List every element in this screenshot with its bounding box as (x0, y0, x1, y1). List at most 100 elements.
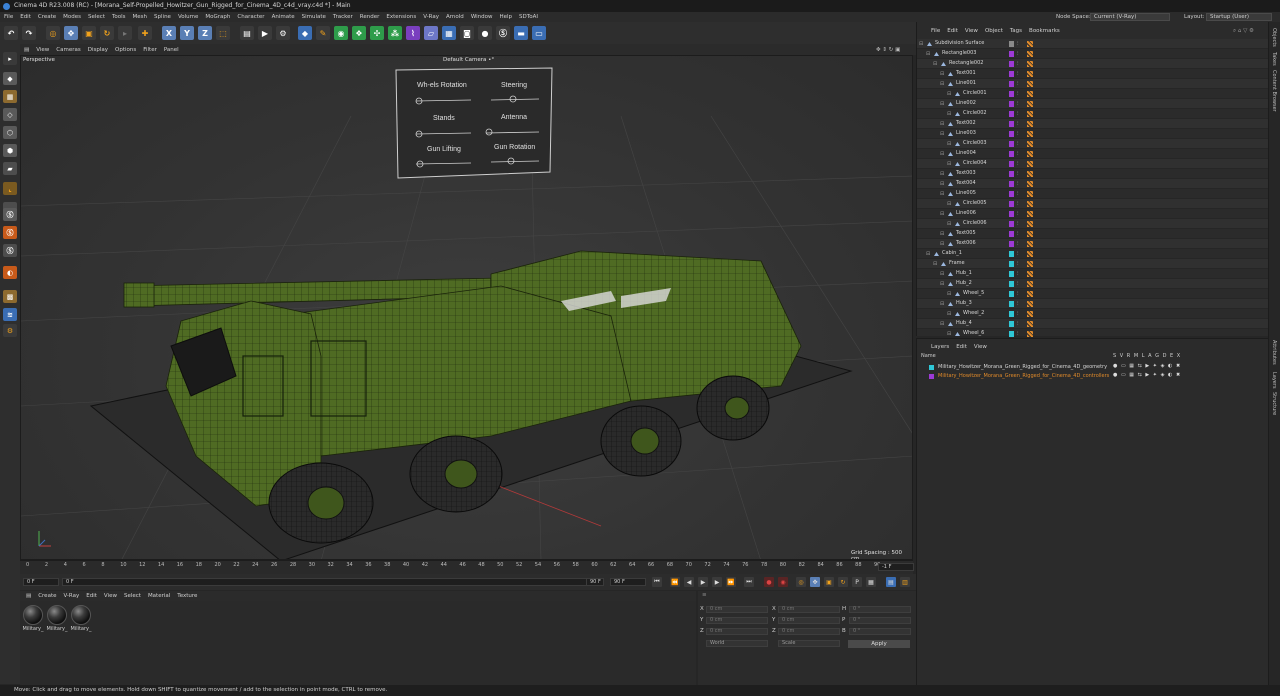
preview-start-field[interactable]: 0 F (62, 578, 604, 586)
object-row[interactable]: ⊟ Line004 ⁝ (917, 149, 1269, 159)
subdivision-surface-icon[interactable]: ◉ (334, 26, 348, 40)
visibility-dots-icon[interactable]: ⁝ (1017, 171, 1019, 177)
polygons-mode-icon[interactable]: ▰ (3, 162, 17, 175)
3d-viewport[interactable]: Wh-els Rotation Steering Stands Antenna … (20, 55, 913, 560)
expand-toggle-icon[interactable]: ⊟ (940, 231, 944, 237)
x-axis-lock-button[interactable]: X (162, 26, 176, 40)
apply-button[interactable]: Apply (848, 640, 910, 648)
menu-render[interactable]: Render (360, 14, 380, 20)
layer-flag-icons[interactable]: ● ▭ ▦ ⇆ ▶ ✦ ◈ ◐ ✖ (1113, 372, 1181, 378)
visibility-dots-icon[interactable]: ⁝ (1017, 211, 1019, 217)
menu-mograph[interactable]: MoGraph (205, 14, 230, 20)
expand-toggle-icon[interactable]: ⊟ (940, 281, 944, 287)
menu-create[interactable]: Create (38, 14, 56, 20)
key-position-icon[interactable]: ✥ (810, 577, 820, 587)
render-view-icon[interactable]: ▤ (240, 26, 254, 40)
vp-menu-panel[interactable]: Panel (164, 47, 179, 53)
pos-x-field[interactable]: 0 cm (706, 606, 768, 613)
visibility-dots-icon[interactable]: ⁝ (1017, 331, 1019, 337)
obj-menu-bookmarks[interactable]: Bookmarks (1029, 28, 1060, 34)
layer-color-swatch[interactable] (1009, 91, 1014, 97)
mat-menu-create[interactable]: Create (38, 593, 56, 599)
axis-mode-icon[interactable]: ⌞ (3, 182, 17, 195)
object-row[interactable]: ⊟ Text005 ⁝ (917, 229, 1269, 239)
rotate-tool-icon[interactable]: ↻ (100, 26, 114, 40)
coordinates-menu-icon[interactable]: ≡ (702, 592, 707, 598)
xpresso-tag-icon[interactable] (1027, 231, 1033, 237)
obj-menu-edit[interactable]: Edit (947, 28, 958, 34)
expand-toggle-icon[interactable]: ⊟ (926, 251, 930, 257)
coordinate-system-icon[interactable]: ✚ (138, 26, 152, 40)
bend-deformer-icon[interactable]: ⌇ (406, 26, 420, 40)
layer-color-swatch[interactable] (1009, 261, 1014, 267)
tab-attributes[interactable]: Attributes (1271, 340, 1277, 365)
material-swatch[interactable]: Military_ (22, 604, 44, 635)
python-script-icon[interactable]: ⚙ (3, 324, 17, 337)
tab-takes[interactable]: Takes (1271, 52, 1277, 66)
previous-key-icon[interactable]: ⏪ (670, 577, 680, 587)
menu-tracker[interactable]: Tracker (333, 14, 353, 20)
menu-volume[interactable]: Volume (178, 14, 198, 20)
layer-color-swatch[interactable] (1009, 41, 1014, 47)
vp-menu-options[interactable]: Options (115, 47, 136, 53)
node-space-dropdown[interactable]: Current (V-Ray) (1090, 13, 1170, 21)
xpresso-tag-icon[interactable] (1027, 131, 1033, 137)
points-mode-icon[interactable]: ⬡ (3, 126, 17, 139)
visibility-dots-icon[interactable]: ⁝ (1017, 261, 1019, 267)
visibility-dots-icon[interactable]: ⁝ (1017, 161, 1019, 167)
vray-vfb-icon[interactable]: ▭ (532, 26, 546, 40)
end-frame-field[interactable]: 90 F (610, 578, 646, 586)
menu-animate[interactable]: Animate (272, 14, 295, 20)
visibility-dots-icon[interactable]: ⁝ (1017, 41, 1019, 47)
xpresso-tag-icon[interactable] (1027, 291, 1033, 297)
object-row[interactable]: ⊟ Line003 ⁝ (917, 129, 1269, 139)
mograph-effector-icon[interactable]: ⁂ (388, 26, 402, 40)
layer-color-swatch[interactable] (1009, 61, 1014, 67)
tab-structure[interactable]: Structure (1271, 392, 1277, 415)
obj-menu-tags[interactable]: Tags (1010, 28, 1022, 34)
layer-color-swatch[interactable] (1009, 201, 1014, 207)
layer-color-swatch[interactable] (1009, 241, 1014, 247)
layer-menu-view[interactable]: View (974, 344, 987, 350)
camera-icon[interactable]: ◙ (460, 26, 474, 40)
viewport-camera-name[interactable]: Default Camera •° (443, 57, 494, 63)
redo-icon[interactable]: ↷ (22, 26, 36, 40)
layer-menu-layers[interactable]: Layers (931, 344, 949, 350)
scale-mode-dropdown[interactable]: Scale (778, 640, 840, 647)
xpresso-tag-icon[interactable] (1027, 331, 1033, 337)
go-to-end-icon[interactable]: ⏭ (744, 577, 754, 587)
texture-mode-icon[interactable]: ▦ (3, 90, 17, 103)
xpresso-tag-icon[interactable] (1027, 201, 1033, 207)
object-row[interactable]: ⊟ Rectangle003 ⁝ (917, 49, 1269, 59)
layer-color-swatch[interactable] (1009, 161, 1014, 167)
xpresso-tag-icon[interactable] (1027, 271, 1033, 277)
expand-toggle-icon[interactable]: ⊟ (940, 121, 944, 127)
timeline-window-icon[interactable]: ▥ (900, 577, 910, 587)
menu-tools[interactable]: Tools (112, 14, 126, 20)
extrude-generator-icon[interactable]: ❖ (352, 26, 366, 40)
object-row[interactable]: ⊟ Text002 ⁝ (917, 119, 1269, 129)
obj-menu-object[interactable]: Object (985, 28, 1003, 34)
layer-menu-edit[interactable]: Edit (956, 344, 967, 350)
size-z-field[interactable]: 0 cm (778, 628, 840, 635)
object-row[interactable]: ⊟ Hub_4 ⁝ (917, 319, 1269, 329)
expand-toggle-icon[interactable]: ⊟ (940, 151, 944, 157)
expand-toggle-icon[interactable]: ⊟ (940, 71, 944, 77)
mat-menu-material[interactable]: Material (148, 593, 170, 599)
menu-edit[interactable]: Edit (20, 14, 31, 20)
floor-icon[interactable]: ▱ (424, 26, 438, 40)
menu-mesh[interactable]: Mesh (133, 14, 147, 20)
cloner-icon[interactable]: ✣ (370, 26, 384, 40)
layer-color-swatch[interactable] (1009, 141, 1014, 147)
object-row[interactable]: ⊟ Subdivision Surface ⁝ (917, 39, 1269, 49)
layer-color-swatch[interactable] (1009, 181, 1014, 187)
visibility-dots-icon[interactable]: ⁝ (1017, 91, 1019, 97)
vray-icon[interactable]: Ⓢ (496, 26, 510, 40)
viewport-navigation-icons[interactable]: ✥ ⇕ ↻ ▣ (876, 47, 900, 53)
object-row[interactable]: ⊟ Circle004 ⁝ (917, 159, 1269, 169)
object-row[interactable]: ⊟ Circle005 ⁝ (917, 199, 1269, 209)
menu-spline[interactable]: Spline (154, 14, 171, 20)
model-mode-icon[interactable]: ◆ (3, 72, 17, 85)
keyframe-selection-icon[interactable]: ◎ (796, 577, 806, 587)
layout-dropdown[interactable]: Startup (User) (1206, 13, 1272, 21)
